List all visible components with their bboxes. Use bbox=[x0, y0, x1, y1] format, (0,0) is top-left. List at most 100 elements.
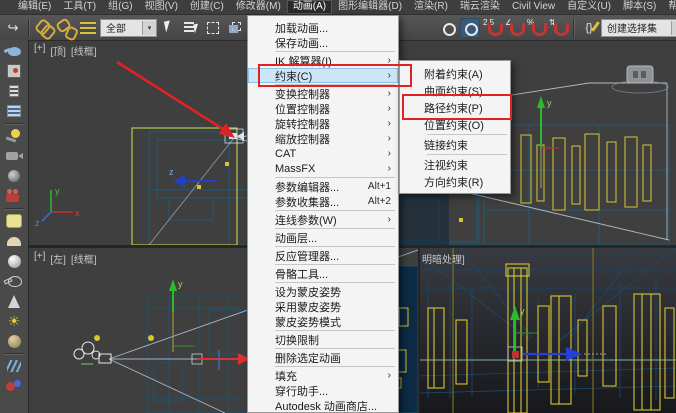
menubar-item[interactable]: 组(G) bbox=[102, 0, 138, 14]
dome-material-icon[interactable] bbox=[3, 233, 25, 249]
svg-text:z: z bbox=[35, 218, 40, 228]
menubar-item[interactable]: 视图(V) bbox=[139, 0, 184, 14]
menu-item[interactable]: 路径约束(P) bbox=[400, 99, 510, 116]
scale-icon[interactable] bbox=[438, 18, 458, 38]
rendered-frame-window-icon[interactable] bbox=[3, 63, 25, 79]
menu-item[interactable]: 切换限制 bbox=[248, 332, 398, 347]
menu-item[interactable]: IK 解算器(I)› bbox=[248, 53, 398, 68]
menubar-item[interactable]: 渲染(R) bbox=[408, 0, 454, 14]
menubar-item[interactable]: 修改器(M) bbox=[230, 0, 287, 14]
menu-item[interactable]: 位置控制器› bbox=[248, 101, 398, 116]
snap-toggle-icon[interactable]: 2.5 bbox=[482, 18, 502, 38]
wireframe-teapot-icon[interactable] bbox=[3, 273, 25, 289]
unlink-icon[interactable] bbox=[56, 18, 76, 38]
camera-icon[interactable] bbox=[3, 148, 25, 164]
pivot-center-icon[interactable] bbox=[460, 18, 480, 38]
submenu-arrow-icon: › bbox=[382, 214, 391, 225]
tan-sphere-icon[interactable] bbox=[3, 333, 25, 349]
named-selection-dropdown[interactable]: 创建选择集 ▾ bbox=[601, 19, 676, 37]
render-setup-list-icon[interactable] bbox=[3, 83, 25, 99]
molecule-icon[interactable] bbox=[3, 378, 25, 394]
video-camera-icon[interactable] bbox=[3, 188, 25, 204]
rain-particles-icon[interactable] bbox=[3, 358, 25, 374]
menu-item[interactable]: 连线参数(W)› bbox=[248, 212, 398, 227]
render-table-icon[interactable] bbox=[3, 103, 25, 119]
viewport-menu-shading[interactable]: [线框] bbox=[71, 251, 97, 266]
redo-icon[interactable]: ↪ bbox=[3, 18, 23, 38]
menu-item-label: 参数编辑器... bbox=[275, 179, 339, 195]
menu-item[interactable]: 蒙皮姿势模式 bbox=[248, 314, 398, 329]
menubar-item[interactable]: 自定义(U) bbox=[561, 0, 617, 14]
menu-item[interactable]: 链接约束 bbox=[400, 136, 510, 153]
menu-item[interactable]: 加载动画... bbox=[248, 20, 398, 35]
menu-item[interactable]: 注视约束 bbox=[400, 156, 510, 173]
menu-item[interactable]: 骨骼工具... bbox=[248, 266, 398, 281]
window-crossing-icon[interactable] bbox=[225, 18, 245, 38]
menu-item[interactable]: 采用蒙皮姿势 bbox=[248, 299, 398, 314]
percent-snap-icon[interactable]: % bbox=[526, 18, 546, 38]
menu-item-label: 位置控制器 bbox=[275, 101, 330, 117]
chevron-down-icon[interactable]: ▾ bbox=[142, 21, 156, 35]
menu-item[interactable]: 填充› bbox=[248, 368, 398, 383]
menu-item[interactable]: MassFX› bbox=[248, 161, 398, 176]
menu-item[interactable]: 约束(C)› bbox=[248, 68, 398, 83]
menu-item[interactable]: 保存动画... bbox=[248, 35, 398, 50]
select-by-name-icon[interactable] bbox=[181, 18, 201, 38]
menu-item[interactable]: 删除选定动画 bbox=[248, 350, 398, 365]
menu-shortcut: Alt+2 bbox=[362, 196, 391, 207]
cone-icon[interactable] bbox=[3, 293, 25, 309]
viewport-menu-shading[interactable]: 明暗处理] bbox=[422, 251, 465, 266]
bind-to-spacewarp-icon[interactable] bbox=[78, 18, 98, 38]
viewport-menu-pov[interactable]: [顶] bbox=[50, 43, 66, 58]
menu-item[interactable]: 曲面约束(S) bbox=[400, 82, 510, 99]
viewport-perspective[interactable]: 明暗处理] bbox=[420, 248, 676, 413]
menu-item-label: 路径约束(P) bbox=[424, 100, 483, 116]
menubar-item[interactable]: 编辑(E) bbox=[12, 0, 57, 14]
menu-item[interactable]: 变换控制器› bbox=[248, 86, 398, 101]
matte-material-icon[interactable] bbox=[3, 213, 25, 229]
angle-snap-icon[interactable]: ∠ bbox=[504, 18, 524, 38]
link-icon[interactable] bbox=[34, 18, 54, 38]
sphere-material-icon[interactable] bbox=[3, 253, 25, 269]
selection-region-icon[interactable] bbox=[203, 18, 223, 38]
selection-filter-dropdown[interactable]: 全部 ▾ bbox=[100, 19, 157, 37]
viewport-menu-general[interactable]: [+] bbox=[34, 251, 45, 266]
menubar-item[interactable]: 瑞云渲染 bbox=[454, 0, 506, 14]
chevron-down-icon[interactable]: ▾ bbox=[671, 21, 676, 35]
menu-item[interactable]: 动画层... bbox=[248, 230, 398, 245]
menubar-item[interactable]: 图形编辑器(D) bbox=[332, 0, 408, 14]
spinner-snap-icon[interactable]: ⇅ bbox=[548, 18, 568, 38]
menubar-item[interactable]: 动画(A) bbox=[287, 0, 332, 14]
menu-item[interactable]: Autodesk 动画商店... bbox=[248, 398, 398, 413]
menu-item[interactable]: 参数收集器...Alt+2 bbox=[248, 194, 398, 209]
menu-item[interactable]: 附着约束(A) bbox=[400, 65, 510, 82]
menu-item[interactable]: 旋转控制器› bbox=[248, 116, 398, 131]
menubar-item[interactable]: 脚本(S) bbox=[617, 0, 662, 14]
menu-item-label: 变换控制器 bbox=[275, 86, 330, 102]
menu-item-label: 方向约束(R) bbox=[424, 174, 483, 190]
menu-item[interactable]: 方向约束(R) bbox=[400, 173, 510, 190]
menubar-item[interactable]: 帮助(H) bbox=[662, 0, 676, 14]
keyboard-override-icon[interactable]: {} bbox=[579, 18, 599, 38]
menu-item[interactable]: 反应管理器... bbox=[248, 248, 398, 263]
sun-icon[interactable]: ☀ bbox=[3, 313, 25, 329]
menu-item-label: 旋转控制器 bbox=[275, 116, 330, 132]
menu-item[interactable]: 参数编辑器...Alt+1 bbox=[248, 179, 398, 194]
menu-item[interactable]: CAT› bbox=[248, 146, 398, 161]
menu-item[interactable]: 位置约束(O) bbox=[400, 116, 510, 133]
viewport-menu-pov[interactable]: [左] bbox=[50, 251, 66, 266]
menubar-item[interactable]: 工具(T) bbox=[57, 0, 102, 14]
light-icon[interactable] bbox=[3, 128, 25, 144]
object-marker bbox=[148, 335, 154, 341]
menubar-item[interactable]: Civil View bbox=[506, 0, 561, 14]
menubar-item[interactable]: 创建(C) bbox=[184, 0, 230, 14]
viewport-menu-shading[interactable]: [线框] bbox=[71, 43, 97, 58]
teapot-render-icon[interactable] bbox=[3, 43, 25, 59]
environment-sphere-icon[interactable] bbox=[3, 168, 25, 184]
select-object-icon[interactable] bbox=[159, 18, 179, 38]
menu-item[interactable]: 穿行助手... bbox=[248, 383, 398, 398]
viewport-menu-general[interactable]: [+] bbox=[34, 43, 45, 58]
menu-item[interactable]: 缩放控制器› bbox=[248, 131, 398, 146]
submenu-arrow-icon: › bbox=[382, 163, 391, 174]
menu-item[interactable]: 设为蒙皮姿势 bbox=[248, 284, 398, 299]
